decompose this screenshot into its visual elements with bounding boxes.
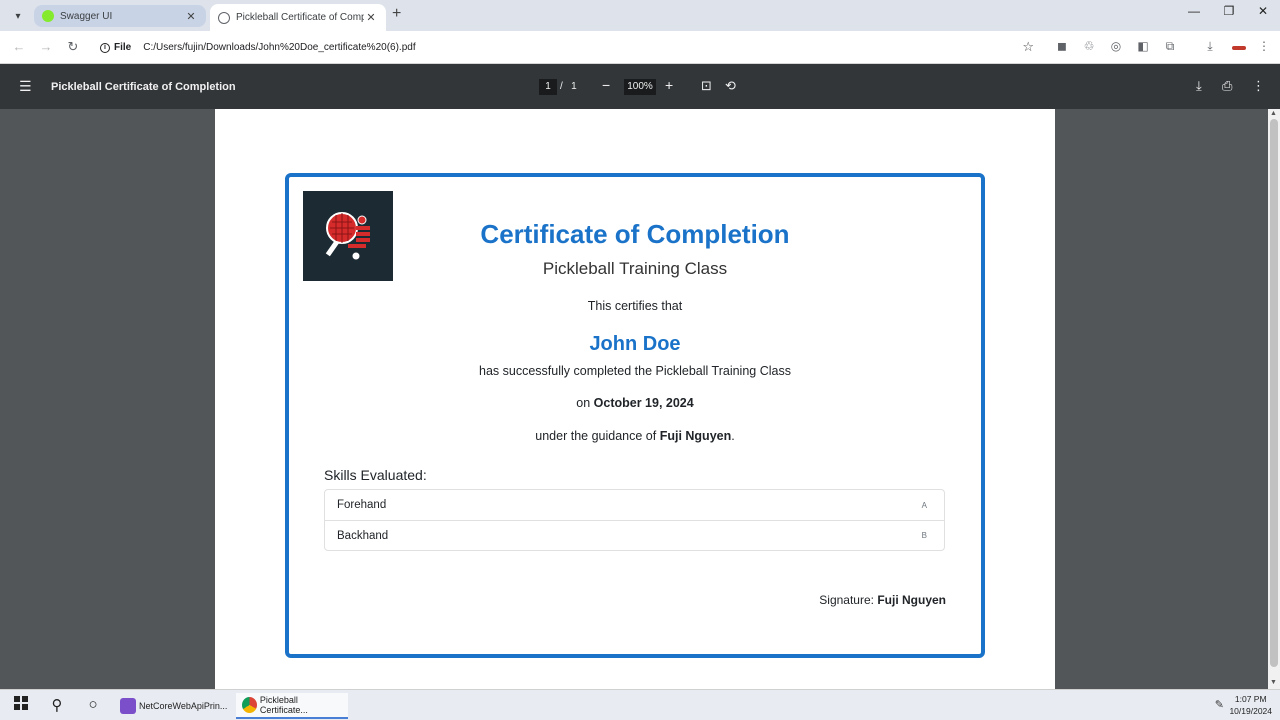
completion-date-line: on October 19, 2024	[289, 396, 981, 410]
rotate-icon[interactable]: ⟲	[725, 78, 736, 94]
date-prefix: on	[576, 396, 591, 410]
pdf-document-area[interactable]: Certificate of Completion Pickleball Tra…	[0, 109, 1268, 689]
skill-grade: A	[921, 500, 927, 510]
forward-arrow-icon[interactable]: →	[37, 39, 55, 54]
windows-taskbar: ⚲ ○ NetCoreWebApiPrin... Pickleball Cert…	[0, 689, 1280, 720]
taskbar-app-chrome[interactable]: Pickleball Certificate...	[236, 693, 348, 719]
restore-icon[interactable]: ❐	[1212, 4, 1246, 18]
pdf-title: Pickleball Certificate of Completion	[51, 81, 236, 93]
skill-row: Backhand B	[325, 520, 944, 550]
taskbar-app-visual-studio[interactable]: NetCoreWebApiPrin...	[114, 693, 234, 719]
sidebar-menu-icon[interactable]: ☰	[19, 78, 32, 95]
bookmark-star-icon[interactable]: ☆	[1022, 39, 1034, 55]
tab-title: Swagger UI	[60, 10, 113, 22]
zoom-out-icon[interactable]: −	[602, 77, 610, 93]
pen-icon[interactable]: ✎	[1215, 698, 1224, 711]
certificate-title: Certificate of Completion	[480, 219, 790, 249]
guidance-suffix: .	[731, 429, 735, 443]
pdf-toolbar: ☰ Pickleball Certificate of Completion 1…	[0, 65, 1280, 109]
site-info-button[interactable]: i File	[94, 42, 137, 53]
certificate-frame: Certificate of Completion Pickleball Tra…	[285, 173, 985, 658]
signature-label: Signature:	[819, 593, 874, 607]
page-total: 1	[571, 81, 577, 92]
tab-search-icon[interactable]: ▾	[8, 6, 28, 26]
back-arrow-icon[interactable]: ←	[10, 39, 28, 54]
scroll-up-icon[interactable]: ▲	[1270, 110, 1277, 117]
extension-circle-icon[interactable]: ◎	[1108, 39, 1124, 53]
downloads-icon[interactable]: ⤓	[1202, 39, 1218, 54]
browser-menu-icon[interactable]: ⋮	[1256, 39, 1272, 53]
pdf-page: Certificate of Completion Pickleball Tra…	[215, 109, 1055, 689]
search-icon[interactable]: ⚲	[46, 696, 68, 714]
vertical-scrollbar[interactable]: ▲ ▼	[1268, 109, 1280, 689]
completed-text: has successfully completed the Picklebal…	[479, 364, 791, 378]
taskbar-app-label: Pickleball Certificate...	[259, 695, 308, 715]
extension-r-icon[interactable]: ◼	[1054, 39, 1070, 53]
profile-avatar[interactable]	[1229, 39, 1249, 53]
skill-row: Forehand A	[325, 490, 944, 520]
extension-recycle-icon[interactable]: ♲	[1081, 39, 1097, 53]
clock-date: 10/19/2024	[1229, 706, 1272, 716]
system-clock[interactable]: 1:07 PM 10/19/2024	[1229, 693, 1272, 717]
certificate-subtitle: Pickleball Training Class	[542, 259, 728, 278]
tab-strip: ▾ Swagger UI ✕ Pickleball Certificate of…	[0, 0, 1280, 31]
chrome-icon	[242, 697, 257, 713]
more-options-icon[interactable]: ⋮	[1252, 78, 1265, 94]
address-bar[interactable]: i File C:/Users/fujin/Downloads/John%20D…	[94, 35, 1038, 60]
skill-grade: B	[921, 531, 927, 540]
scheme-label: File	[114, 42, 132, 53]
skills-list: Forehand A Backhand B	[324, 489, 945, 551]
zoom-in-icon[interactable]: +	[665, 77, 673, 93]
taskbar-app-label: NetCoreWebApiPrin...	[139, 701, 228, 711]
fit-to-page-icon[interactable]: ⊡	[701, 78, 712, 94]
reload-icon[interactable]: ↻	[64, 39, 82, 55]
scroll-down-icon[interactable]: ▼	[1270, 679, 1277, 686]
page-count: / 1	[560, 81, 577, 92]
page-number-input[interactable]: 1	[539, 79, 557, 95]
globe-favicon-icon	[218, 11, 230, 24]
extensions-puzzle-icon[interactable]: ⧉	[1162, 39, 1178, 54]
visual-studio-icon	[120, 698, 136, 714]
skills-heading: Skills Evaluated:	[324, 467, 427, 483]
skill-name: Forehand	[337, 499, 387, 511]
guidance-line: under the guidance of Fuji Nguyen.	[289, 429, 981, 443]
swagger-favicon-icon	[42, 10, 54, 22]
skill-name: Backhand	[337, 529, 389, 542]
tab-pickleball-certificate[interactable]: Pickleball Certificate of Comple ✕	[210, 4, 386, 31]
tab-title: Pickleball Certificate of Comple	[236, 12, 364, 23]
scrollbar-thumb[interactable]	[1270, 119, 1278, 667]
instructor-name: Fuji Nguyen	[659, 429, 732, 443]
clock-time: 1:07 PM	[1234, 694, 1267, 704]
signature-line: Signature: Fuji Nguyen	[819, 593, 946, 607]
extension-c-icon[interactable]: ◧	[1135, 39, 1151, 53]
page-separator: /	[560, 81, 563, 92]
browser-toolbar: ← → ↻ i File C:/Users/fujin/Downloads/Jo…	[0, 31, 1280, 64]
close-tab-icon[interactable]: ✕	[184, 10, 198, 23]
guidance-prefix: under the guidance of	[535, 429, 657, 443]
zoom-input[interactable]: 100%	[624, 79, 656, 95]
new-tab-icon[interactable]: +	[392, 5, 401, 23]
completion-date: October 19, 2024	[593, 396, 694, 410]
windows-start-icon[interactable]	[10, 696, 32, 714]
download-icon[interactable]: ⤓	[1196, 78, 1202, 94]
certifies-text: This certifies that	[587, 299, 683, 313]
signature-name: Fuji Nguyen	[877, 593, 946, 607]
tab-swagger-ui[interactable]: Swagger UI ✕	[34, 5, 206, 27]
minimize-icon[interactable]: —	[1177, 4, 1211, 18]
close-tab-icon[interactable]: ✕	[364, 11, 378, 24]
print-icon[interactable]: ⎙	[1222, 78, 1232, 94]
info-icon: i	[100, 42, 110, 53]
close-window-icon[interactable]: ✕	[1246, 4, 1280, 18]
url-text[interactable]: C:/Users/fujin/Downloads/John%20Doe_cert…	[143, 42, 415, 53]
task-view-icon[interactable]: ○	[82, 696, 104, 713]
recipient-name: John Doe	[589, 333, 681, 355]
